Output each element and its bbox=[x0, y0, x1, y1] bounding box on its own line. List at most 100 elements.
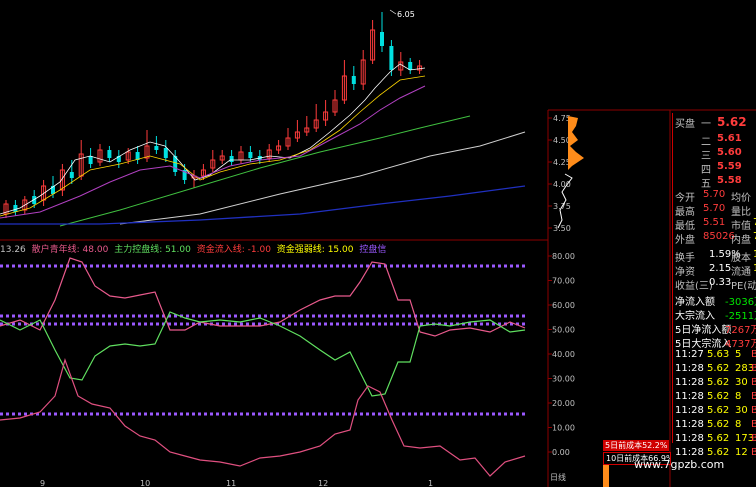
tick-row[interactable]: 11:28 5.62 30 B bbox=[673, 377, 756, 390]
quote-text: 净流入额 bbox=[675, 297, 715, 306]
price-axis-label: 4.00 bbox=[553, 180, 571, 189]
indicator-axis-label: 10.00 bbox=[552, 424, 575, 433]
candle-body bbox=[351, 76, 356, 84]
bid-row-1[interactable]: 买盘 一 5.62 bbox=[673, 115, 756, 131]
quote-text: 5.62 bbox=[707, 433, 730, 444]
time-axis-label: 1 bbox=[428, 479, 433, 487]
candle-body bbox=[154, 146, 159, 150]
cost-5day: 5日前成本52.2% bbox=[603, 440, 669, 451]
watermark: www.7gpzb.com bbox=[634, 458, 725, 471]
stat-row[interactable]: 最低5.51市值74 bbox=[673, 217, 756, 230]
quote-text: 5.62 bbox=[707, 363, 730, 374]
quote-text: 均价 bbox=[731, 193, 751, 202]
time-axis-label: 11 bbox=[226, 479, 236, 487]
ma-blue-line bbox=[0, 185, 526, 225]
quote-text: 5.51 bbox=[703, 217, 726, 228]
quote-text: PE(动) bbox=[731, 281, 756, 290]
quote-text: 8 bbox=[735, 419, 742, 430]
flow-row[interactable]: 5日大宗流入 4737万 bbox=[673, 335, 756, 348]
tick-row[interactable]: 11:28 5.62 8 B bbox=[673, 419, 756, 432]
stat-row[interactable]: 换手1.59%股本13 bbox=[673, 249, 756, 262]
bid-price-1: 5.62 bbox=[717, 115, 747, 129]
quote-text: B bbox=[751, 405, 756, 416]
quote-text: 量比 bbox=[731, 207, 751, 216]
flow-row[interactable]: 净流入额 -3036万 bbox=[673, 293, 756, 306]
indicator-axis-label: 20.00 bbox=[552, 399, 575, 408]
tick-row[interactable]: 11:27 5.63 5 B bbox=[673, 349, 756, 362]
quote-text: 11:28 bbox=[675, 405, 704, 416]
stat-row[interactable]: 最高 5.70 量比 bbox=[673, 203, 756, 216]
quote-text: 三 bbox=[701, 151, 711, 160]
quote-text: 2.15 bbox=[709, 263, 732, 274]
candle-body bbox=[408, 62, 413, 70]
quote-text: 8 bbox=[735, 391, 742, 402]
quote-text: B bbox=[751, 349, 756, 360]
quote-text: 今开 bbox=[675, 193, 695, 202]
quote-text: B bbox=[751, 419, 756, 430]
quote-text: 11:28 bbox=[675, 419, 704, 430]
ma-mid-line bbox=[0, 75, 426, 217]
stat-row[interactable]: 外盘85026内盘7 bbox=[673, 231, 756, 244]
quote-text: 5.62 bbox=[707, 419, 730, 430]
candle-body bbox=[13, 205, 18, 212]
bid-row[interactable]: 五 5.58 bbox=[673, 175, 756, 188]
legend-zijin: 资金流入线: -1.00 bbox=[196, 245, 271, 255]
quote-text: B bbox=[751, 363, 756, 374]
ma-short-line bbox=[0, 63, 426, 215]
bid-row[interactable]: 二 5.61 bbox=[673, 133, 756, 146]
quote-text: B bbox=[751, 433, 756, 444]
price-axis: 4.754.504.254.003.753.50 bbox=[548, 114, 571, 233]
indicator-axis-label: 60.00 bbox=[552, 301, 575, 310]
quote-text: 4737万 bbox=[725, 339, 756, 348]
indicator-axis-label: 80.00 bbox=[552, 252, 575, 261]
indicator-axis-label: 40.00 bbox=[552, 350, 575, 359]
quote-text: 外盘 bbox=[675, 235, 695, 244]
candle-body bbox=[389, 46, 394, 70]
time-axis: 9 10 11 12 1 bbox=[40, 479, 433, 487]
quote-panel: 买盘 一 5.62 二 5.61 三 5.60 四 5.59 五 5.58 今开 5.70 均价 最高… bbox=[672, 113, 756, 458]
quote-text: 30 bbox=[735, 405, 748, 416]
candle-body bbox=[88, 156, 93, 164]
buy-label: 买盘 bbox=[675, 119, 695, 130]
tick-row[interactable]: 11:28 5.62 173 B bbox=[673, 433, 756, 446]
quote-text: 最低 bbox=[675, 221, 695, 230]
bid-row[interactable]: 四 5.59 bbox=[673, 161, 756, 174]
quote-text: 大宗流入 bbox=[675, 311, 715, 320]
flow-row[interactable]: 大宗流入 -2511万 bbox=[673, 307, 756, 320]
bid-row[interactable]: 三 5.60 bbox=[673, 147, 756, 160]
bid-price: 5.58 bbox=[717, 175, 742, 186]
quote-text: 5.62 bbox=[707, 447, 730, 458]
quote-text: B bbox=[751, 377, 756, 388]
ma-green-line bbox=[59, 115, 471, 227]
quote-text: 30 bbox=[735, 377, 748, 388]
candle-body bbox=[248, 152, 253, 158]
bid-price: 5.60 bbox=[717, 147, 742, 158]
quote-text: 11:28 bbox=[675, 377, 704, 388]
quote-text: 5.62 bbox=[707, 405, 730, 416]
indicator-pink-low-line bbox=[0, 358, 526, 477]
quote-text: 内盘 bbox=[731, 235, 751, 244]
tick-row[interactable]: 11:28 5.62 283 B bbox=[673, 363, 756, 376]
legend-sanhu: 散户青年线: 48.00 bbox=[31, 245, 109, 255]
bid-price: 5.61 bbox=[717, 133, 742, 144]
stat-row[interactable]: 净资2.15流通13 bbox=[673, 263, 756, 276]
quote-text: -2511万 bbox=[725, 311, 756, 320]
candle-body bbox=[163, 148, 168, 158]
ma-white-line bbox=[119, 131, 526, 225]
tick-row[interactable]: 11:28 5.62 8 B bbox=[673, 391, 756, 404]
price-axis-label: 3.50 bbox=[553, 224, 571, 233]
tick-row[interactable]: 11:28 5.62 30 B bbox=[673, 405, 756, 418]
flow-row[interactable]: 5日净流入额 7267万 bbox=[673, 321, 756, 334]
indicator-axis-label: 70.00 bbox=[552, 277, 575, 286]
quote-text: 11:28 bbox=[675, 391, 704, 402]
indicator-axis-bottom: 日线 bbox=[550, 472, 566, 482]
quote-text: 12 bbox=[735, 447, 748, 458]
stat-row[interactable]: 今开 5.70 均价 bbox=[673, 189, 756, 202]
quote-text: 0.33 bbox=[709, 277, 732, 288]
stat-row[interactable]: 收益(三)0.33PE(动) bbox=[673, 277, 756, 290]
quote-text: 二 bbox=[701, 137, 711, 146]
quote-text: 股本 bbox=[731, 253, 751, 262]
quote-text: 5.63 bbox=[707, 349, 730, 360]
time-axis-label: 9 bbox=[40, 479, 45, 487]
legend-zhuli: 主力控盘线: 51.00 bbox=[114, 245, 191, 255]
